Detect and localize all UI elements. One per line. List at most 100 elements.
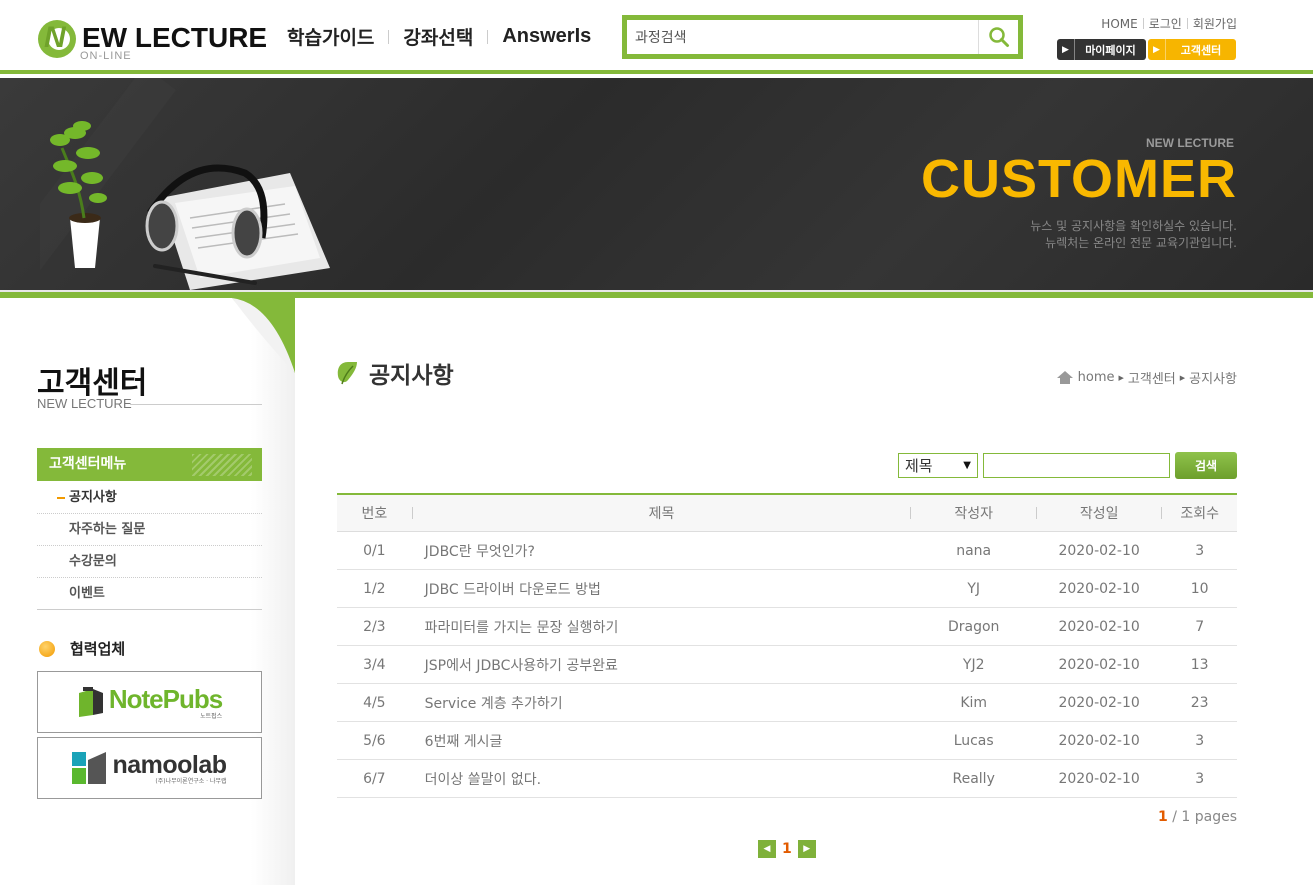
nav-item-course[interactable]: 강좌선택 (403, 23, 473, 50)
page-heading: 공지사항 (337, 356, 454, 390)
home-link[interactable]: HOME (1101, 17, 1137, 31)
cell-date: 2020-02-10 (1058, 618, 1140, 635)
banner-illustration (40, 78, 330, 290)
chevron-right-icon: ▶ (1179, 373, 1186, 382)
breadcrumb-customer-center[interactable]: 고객센터 (1128, 368, 1176, 387)
signup-link[interactable]: 회원가입 (1193, 15, 1237, 32)
breadcrumb: home ▶ 고객센터 ▶ 공지사항 (1056, 368, 1237, 387)
sidebar-menu: 공지사항 자주하는 질문 수강문의 이벤트 (37, 482, 262, 610)
table-row: 1/2 JDBC 드라이버 다운로드 방법 YJ 2020-02-10 10 (337, 570, 1237, 608)
page-number[interactable]: 1 (782, 841, 792, 857)
cell-title-link[interactable]: 6번째 게시글 (413, 731, 911, 751)
cell-views: 7 (1195, 618, 1205, 635)
cell-title-link[interactable]: 더이상 쓸말이 없다. (413, 769, 911, 789)
pagination: ◀ 1 ▶ (758, 840, 816, 858)
prev-page-button[interactable]: ◀ (758, 840, 776, 858)
sidebar-title-line (130, 404, 262, 405)
sidebar-subtitle: NEW LECTURE (37, 396, 132, 411)
notepubs-logo: NotePubs 노트펍스 (77, 684, 223, 720)
sidebar: 고객센터 NEW LECTURE 고객센터메뉴 공지사항 자주하는 질문 수강문… (0, 298, 295, 885)
column-views: 조회수 (1180, 506, 1220, 522)
breadcrumb-home[interactable]: home (1078, 370, 1115, 385)
nav-item-answeris[interactable]: AnswerIs (502, 25, 591, 48)
column-date: 작성일 (1079, 506, 1119, 522)
logo-letter: N (44, 21, 66, 54)
namoolab-mark-icon (72, 752, 107, 784)
sidebar-item-notice[interactable]: 공지사항 (37, 482, 262, 514)
search-field-value: 제목 (905, 457, 933, 475)
table-header: 번호 제목 작성자 작성일 조회수 (337, 495, 1237, 532)
sidebar-item-inquiry[interactable]: 수강문의 (37, 546, 262, 578)
cell-author: nana (956, 542, 992, 559)
sidebar-item-faq[interactable]: 자주하는 질문 (37, 514, 262, 546)
site-logo[interactable]: N EW LECTURE ON-LINE (38, 18, 268, 64)
nav-item-guide[interactable]: 학습가이드 (287, 23, 374, 50)
cell-title-link[interactable]: Service 계층 추가하기 (413, 693, 911, 713)
namoolab-logo: namoolab (주)나무이론연구소 · 나무랩 (72, 750, 227, 786)
caret-down-icon: ▼ (963, 460, 971, 471)
partners-header: 협력업체 (39, 638, 125, 659)
cell-date: 2020-02-10 (1058, 732, 1140, 749)
cell-title-link[interactable]: JSP에서 JDBC사용하기 공부완료 (413, 655, 911, 675)
cell-views: 13 (1190, 656, 1209, 673)
search-field-select[interactable]: 제목 ▼ (898, 453, 978, 478)
cell-title-link[interactable]: JDBC 드라이버 다운로드 방법 (413, 579, 911, 599)
column-no: 번호 (361, 506, 388, 522)
bullet-icon (39, 640, 55, 657)
board-search-button[interactable]: 검색 (1175, 452, 1237, 479)
cell-author: Dragon (947, 618, 1000, 635)
cell-views: 3 (1195, 770, 1205, 787)
search-icon (988, 27, 1009, 47)
cell-no: 4/5 (363, 694, 386, 711)
cell-date: 2020-02-10 (1058, 580, 1140, 597)
cell-title-link[interactable]: JDBC란 무엇인가? (413, 541, 911, 561)
customer-banner: NEW LECTURE CUSTOMER 뉴스 및 공지사항을 확인하실수 있습… (0, 78, 1313, 290)
main-content: 공지사항 home ▶ 고객센터 ▶ 공지사항 제목 ▼ 검색 번호 제목 작성… (295, 298, 1313, 885)
cell-title-link[interactable]: 파라미터를 가지는 문장 실행하기 (413, 617, 911, 637)
logo-subtext: ON-LINE (80, 50, 132, 62)
table-row: 4/5 Service 계층 추가하기 Kim 2020-02-10 23 (337, 684, 1237, 722)
cell-author: YJ2 (962, 656, 985, 673)
leaf-icon (337, 362, 357, 385)
column-author: 작성자 (954, 506, 993, 522)
total-pages: / 1 pages (1172, 809, 1237, 825)
partner-notepubs[interactable]: NotePubs 노트펍스 (37, 671, 262, 733)
sidebar-menu-header: 고객센터메뉴 (37, 448, 262, 481)
cell-no: 0/1 (363, 542, 386, 559)
cell-no: 5/6 (363, 732, 386, 749)
partner-namoolab[interactable]: namoolab (주)나무이론연구소 · 나무랩 (37, 737, 262, 799)
cell-no: 2/3 (363, 618, 386, 635)
cell-no: 3/4 (363, 656, 386, 673)
next-page-button[interactable]: ▶ (797, 840, 816, 858)
page-curl-decoration (232, 298, 295, 373)
mypage-button[interactable]: ▶ 마이페이지 (1057, 39, 1146, 60)
breadcrumb-notice[interactable]: 공지사항 (1189, 368, 1237, 387)
mypage-label: 마이페이지 (1085, 43, 1136, 57)
course-search-input[interactable] (627, 20, 979, 54)
board-search-input[interactable] (983, 453, 1170, 478)
page-title: 공지사항 (369, 363, 454, 389)
login-link[interactable]: 로그인 (1149, 15, 1182, 32)
sidebar-item-event[interactable]: 이벤트 (37, 578, 262, 610)
cell-views: 3 (1195, 542, 1205, 559)
cell-author: YJ (967, 580, 981, 597)
home-icon (1056, 371, 1073, 384)
cell-date: 2020-02-10 (1058, 770, 1140, 787)
table-row: 5/6 6번째 게시글 Lucas 2020-02-10 3 (337, 722, 1237, 760)
table-row: 6/7 더이상 쓸말이 없다. Really 2020-02-10 3 (337, 760, 1237, 798)
banner-description: 뉴스 및 공지사항을 확인하실수 있습니다. 뉴렉처는 온라인 전문 교육기관입… (1030, 218, 1237, 252)
partners-title: 협력업체 (70, 640, 126, 658)
cell-views: 3 (1195, 732, 1205, 749)
chevron-right-icon: ▶ (1118, 373, 1124, 382)
course-search (622, 15, 1023, 59)
main-nav: 학습가이드 강좌선택 AnswerIs (287, 23, 591, 50)
cell-views: 10 (1190, 580, 1209, 597)
customer-center-button[interactable]: ▶ 고객센터 (1148, 39, 1236, 60)
notice-table: 번호 제목 작성자 작성일 조회수 0/1 JDBC란 무엇인가? nana 2… (337, 493, 1237, 798)
banner-desc-line: 뉴렉처는 온라인 전문 교육기관입니다. (1045, 236, 1237, 250)
cell-no: 6/7 (363, 770, 386, 787)
course-search-button[interactable] (978, 20, 1018, 54)
board-search: 제목 ▼ 검색 (898, 452, 1237, 479)
customer-center-label: 고객센터 (1180, 43, 1222, 57)
nav-divider (487, 29, 489, 44)
